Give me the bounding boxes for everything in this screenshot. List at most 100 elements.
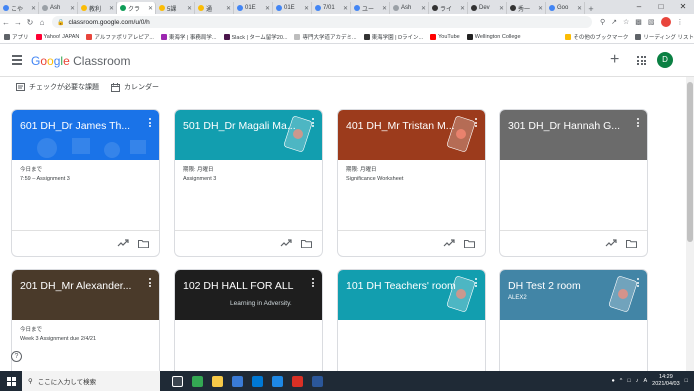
todo-link[interactable]: チェックが必要な課題 bbox=[16, 82, 99, 92]
bookmark-item[interactable]: Yahoo! JAPAN bbox=[35, 33, 79, 40]
card-assignment-line[interactable]: Week 3 Assignment due 2/4/21 bbox=[20, 335, 151, 344]
bookmark-item[interactable]: 専門大学道アカデミ... bbox=[294, 33, 357, 41]
people-icon[interactable]: ● bbox=[611, 378, 614, 384]
card-title[interactable]: 601 DH_Dr James Th... bbox=[20, 120, 144, 132]
notification-icon[interactable]: □ bbox=[685, 378, 688, 384]
google-apps-icon[interactable] bbox=[637, 56, 646, 65]
outlook-icon[interactable] bbox=[252, 375, 263, 387]
scrollbar[interactable] bbox=[686, 77, 694, 371]
maximize-button[interactable]: □ bbox=[650, 0, 672, 14]
close-tab-icon[interactable]: ✕ bbox=[382, 5, 387, 12]
more-options-icon[interactable] bbox=[475, 118, 479, 129]
home-icon[interactable]: ⌂ bbox=[36, 18, 48, 27]
more-options-icon[interactable] bbox=[475, 278, 479, 289]
folder-icon[interactable] bbox=[301, 239, 312, 248]
class-card[interactable]: 601 DH_Dr James Th... 今日まで 7:59 – Assignm… bbox=[11, 109, 160, 257]
browser-tab[interactable]: ライ ✕ bbox=[429, 2, 468, 14]
close-tab-icon[interactable]: ✕ bbox=[304, 5, 309, 12]
card-title[interactable]: 501 DH_Dr Magali Ma... bbox=[183, 120, 307, 132]
address-bar[interactable]: 🔒 classroom.google.com/u/0/h bbox=[52, 16, 592, 28]
more-options-icon[interactable] bbox=[312, 118, 316, 129]
card-banner[interactable]: 201 DH_Mr Alexander... bbox=[12, 270, 159, 320]
back-icon[interactable]: ← bbox=[0, 18, 12, 27]
taskbar-search[interactable]: ⚲ ここに入力して検索 bbox=[22, 371, 160, 391]
file-explorer-icon[interactable] bbox=[212, 375, 223, 387]
help-button[interactable]: ? bbox=[11, 351, 22, 362]
close-tab-icon[interactable]: ✕ bbox=[343, 5, 348, 12]
zoom-icon[interactable]: ⚲ bbox=[600, 18, 605, 26]
folder-icon[interactable] bbox=[626, 239, 637, 248]
main-menu-icon[interactable] bbox=[12, 55, 22, 65]
close-tab-icon[interactable]: ✕ bbox=[577, 5, 582, 12]
more-options-icon[interactable] bbox=[312, 278, 316, 289]
calendar-link[interactable]: カレンダー bbox=[111, 82, 159, 92]
task-view-icon[interactable] bbox=[172, 375, 183, 387]
class-card[interactable]: 401 DH_Mr Tristan M... 期限: 月曜日 Significan… bbox=[337, 109, 486, 257]
card-assignment-line[interactable]: 7:59 – Assignment 3 bbox=[20, 175, 151, 184]
ime-indicator[interactable]: A bbox=[643, 378, 647, 384]
card-banner[interactable]: Learning in Adversity. 102 DH HALL FOR A… bbox=[175, 270, 322, 320]
bookmark-item[interactable]: 東海学 | 事務局学... bbox=[160, 33, 217, 41]
close-tab-icon[interactable]: ✕ bbox=[187, 5, 192, 12]
card-title[interactable]: 301 DH_Dr Hannah G... bbox=[508, 120, 632, 132]
browser-tab[interactable]: 秀一 ✕ bbox=[507, 2, 546, 14]
extension-icon[interactable]: ▩ bbox=[635, 18, 642, 26]
browser-tab[interactable]: Dev ✕ bbox=[468, 2, 507, 14]
clock[interactable]: 14:29 2021/04/03 bbox=[652, 374, 680, 388]
browser-tab[interactable]: ユー ✕ bbox=[351, 2, 390, 14]
volume-icon[interactable]: ♪ bbox=[636, 378, 639, 384]
more-options-icon[interactable] bbox=[637, 118, 641, 129]
bookmark-star-icon[interactable]: ☆ bbox=[623, 18, 629, 26]
close-tab-icon[interactable]: ✕ bbox=[460, 5, 465, 12]
class-card[interactable]: 201 DH_Mr Alexander... 今日まで Week 3 Assign… bbox=[11, 269, 160, 379]
browser-tab[interactable]: クラ ✕ bbox=[117, 2, 156, 14]
windows-start-icon[interactable] bbox=[0, 371, 22, 391]
more-options-icon[interactable] bbox=[637, 278, 641, 289]
browser-tab[interactable]: 01E ✕ bbox=[273, 2, 312, 14]
puzzle-icon[interactable]: ▧ bbox=[648, 18, 655, 26]
folder-icon[interactable] bbox=[138, 239, 149, 248]
classroom-logo[interactable]: Google Classroom bbox=[31, 54, 130, 68]
close-tab-icon[interactable]: ✕ bbox=[148, 5, 153, 12]
word-icon[interactable] bbox=[312, 375, 323, 387]
chrome-taskbar-icon[interactable] bbox=[192, 375, 203, 387]
mail-icon[interactable] bbox=[272, 375, 283, 387]
more-options-icon[interactable] bbox=[149, 118, 153, 129]
browser-tab[interactable]: 7/01 ✕ bbox=[312, 2, 351, 14]
class-card[interactable]: Learning in Adversity. 102 DH HALL FOR A… bbox=[174, 269, 323, 379]
browser-tab[interactable]: 通 ✕ bbox=[195, 2, 234, 14]
chrome-menu-icon[interactable]: ⋮ bbox=[677, 18, 684, 26]
account-avatar[interactable]: D bbox=[657, 52, 673, 68]
add-class-button[interactable]: + bbox=[610, 51, 619, 69]
card-title[interactable]: 201 DH_Mr Alexander... bbox=[20, 280, 144, 292]
class-card[interactable]: 301 DH_Dr Hannah G... bbox=[499, 109, 648, 257]
card-title[interactable]: DH Test 2 room bbox=[508, 280, 632, 292]
scrollbar-thumb[interactable] bbox=[687, 82, 693, 242]
card-title[interactable]: 101 DH Teachers' room bbox=[346, 280, 470, 292]
card-banner[interactable]: 301 DH_Dr Hannah G... bbox=[500, 110, 647, 160]
bookmark-item[interactable]: リーディング リスト bbox=[635, 33, 694, 41]
trending-icon[interactable] bbox=[280, 239, 292, 247]
new-tab-button[interactable]: + bbox=[585, 4, 597, 14]
bookmark-item[interactable]: アプリ bbox=[4, 33, 29, 41]
store-icon[interactable] bbox=[232, 375, 243, 387]
close-tab-icon[interactable]: ✕ bbox=[421, 5, 426, 12]
trending-icon[interactable] bbox=[117, 239, 129, 247]
card-title[interactable]: 102 DH HALL FOR ALL bbox=[183, 280, 307, 292]
close-tab-icon[interactable]: ✕ bbox=[70, 5, 75, 12]
tray-chevron-icon[interactable]: ^ bbox=[620, 378, 623, 384]
close-tab-icon[interactable]: ✕ bbox=[538, 5, 543, 12]
close-tab-icon[interactable]: ✕ bbox=[226, 5, 231, 12]
browser-tab[interactable]: こや ✕ bbox=[0, 2, 39, 14]
bookmark-item[interactable]: Wellington College bbox=[466, 33, 521, 40]
browser-tab[interactable]: Ash ✕ bbox=[39, 2, 78, 14]
card-assignment-line[interactable]: Assignment 3 bbox=[183, 175, 314, 184]
acrobat-icon[interactable] bbox=[292, 375, 303, 387]
bookmark-item[interactable]: YouTube bbox=[430, 33, 460, 40]
bookmark-item[interactable]: その他のブックマーク bbox=[565, 33, 628, 41]
card-banner[interactable]: 501 DH_Dr Magali Ma... bbox=[175, 110, 322, 160]
minimize-button[interactable]: – bbox=[628, 0, 650, 14]
class-card[interactable]: 101 DH Teachers' room bbox=[337, 269, 486, 379]
trending-icon[interactable] bbox=[443, 239, 455, 247]
close-tab-icon[interactable]: ✕ bbox=[265, 5, 270, 12]
